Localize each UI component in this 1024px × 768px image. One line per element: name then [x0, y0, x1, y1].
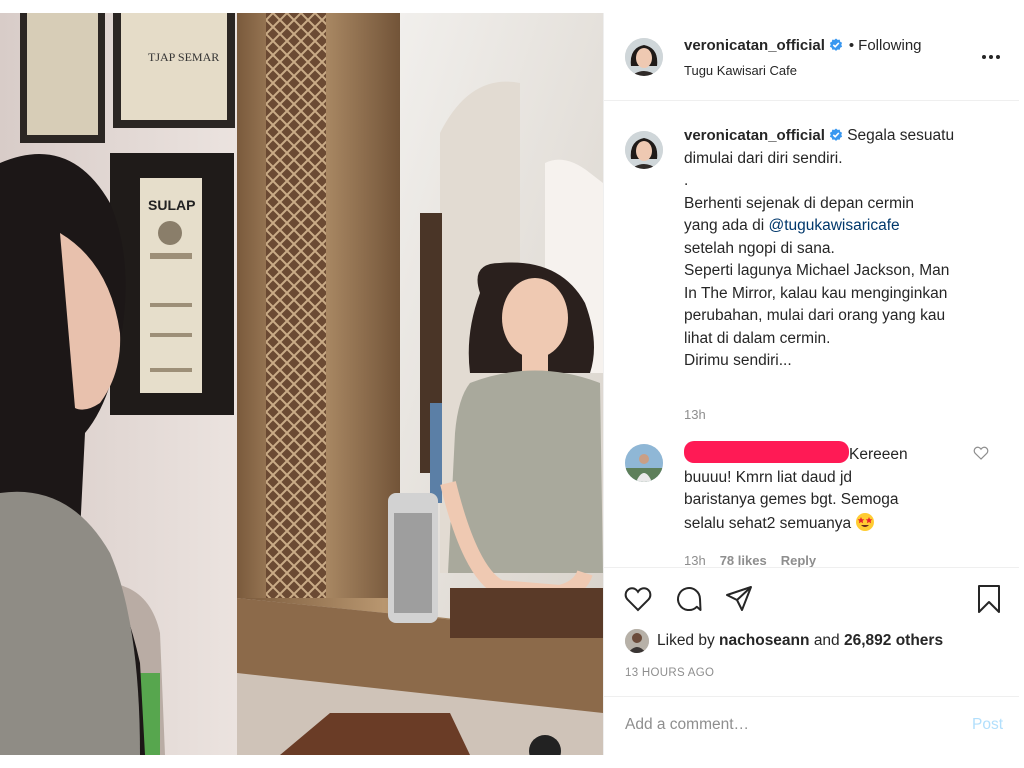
dot — [996, 55, 1000, 59]
verified-badge-icon — [829, 128, 842, 141]
caption-line: lihat di dalam cermin. — [684, 329, 831, 347]
comment-line-text: selalu sehat2 semuanya — [684, 514, 852, 532]
caption-line-text: Segala sesuatu — [847, 127, 955, 144]
caption-line: . — [684, 172, 689, 189]
comment-timestamp[interactable]: 13h — [684, 553, 706, 567]
header-name-row: veronicatan_official • Following — [684, 37, 922, 54]
liked-by-user[interactable]: nachoseann — [719, 632, 809, 650]
liked-by-row: Liked by nachoseann and 26,892 others — [625, 628, 943, 654]
comment-line: baristanya gemes bgt. Semoga — [684, 491, 899, 508]
comment-meta: 13h 78 likes Reply — [684, 553, 830, 567]
avatar-image — [625, 629, 649, 653]
liked-by-prefix: Liked by — [657, 632, 715, 649]
author-username[interactable]: veronicatan_official — [684, 37, 825, 54]
comment-icon[interactable] — [674, 584, 704, 614]
comment-likes[interactable]: 78 likes — [720, 553, 767, 567]
instagram-post: TJAP SEMAR SULAP veronicatan_official • … — [0, 0, 1024, 768]
redacted-username — [684, 441, 849, 463]
reply-button[interactable]: Reply — [781, 553, 816, 567]
comment-heart-icon[interactable] — [973, 445, 989, 461]
comment-text: Kereeen buuuu! Kmrn liat daud jd barista… — [684, 441, 969, 535]
caption-line: perubahan, mulai dari orang yang kau — [684, 307, 946, 324]
mirror-photo-illustration: TJAP SEMAR SULAP — [0, 13, 603, 755]
dot — [982, 55, 986, 59]
caption-line: Berhenti sejenak di depan cermin — [684, 194, 915, 212]
caption-timestamp[interactable]: 13h — [684, 407, 706, 422]
avatar-image — [625, 444, 663, 482]
comment-line: buuuu! Kmrn liat daud jd — [684, 468, 853, 486]
svg-text:TJAP SEMAR: TJAP SEMAR — [148, 50, 219, 64]
avatar-image — [625, 131, 663, 169]
caption-username[interactable]: veronicatan_official — [684, 127, 825, 144]
caption-author-avatar[interactable] — [625, 131, 663, 169]
avatar-image — [625, 38, 663, 76]
post-side-panel: veronicatan_official • Following Tugu Kawi… — [603, 13, 1019, 755]
liked-by-and: and — [813, 632, 840, 649]
liker-avatar[interactable] — [625, 629, 649, 653]
svg-text:SULAP: SULAP — [148, 197, 195, 213]
following-button[interactable]: Following — [858, 37, 921, 54]
caption-text: veronicatan_official Segala sesuatu dimu… — [684, 125, 1004, 373]
caption-line: Dirimu sendiri... — [684, 352, 792, 369]
author-avatar[interactable] — [625, 38, 663, 76]
caption-line: In The Mirror, kalau kau menginginkan — [684, 284, 948, 302]
dot — [989, 55, 993, 59]
others-count[interactable]: 26,892 others — [844, 632, 943, 650]
mention-link[interactable]: @tugukawisaricafe — [768, 217, 899, 234]
caption-line: yang ada di @tugukawisaricafe — [684, 215, 1004, 238]
add-comment-bar: Post — [604, 696, 1019, 755]
comment-line: selalu sehat2 semuanya — [684, 512, 969, 536]
more-options-icon[interactable] — [979, 51, 1003, 63]
caption-line: veronicatan_official Segala sesuatu — [684, 125, 1004, 148]
caption-line: Seperti lagunya Michael Jackson, Man — [684, 262, 950, 279]
star-struck-emoji — [856, 512, 875, 531]
header-separator: • — [848, 37, 855, 54]
heart-icon[interactable] — [623, 584, 653, 614]
post-photo[interactable]: TJAP SEMAR SULAP — [0, 13, 603, 755]
post-time-ago[interactable]: 13 HOURS AGO — [625, 667, 714, 679]
add-comment-input[interactable] — [625, 713, 925, 737]
comment-line: Kereeen — [849, 446, 908, 463]
bookmark-icon[interactable] — [974, 584, 1004, 614]
verified-badge-icon — [829, 38, 842, 51]
post-comment-button[interactable]: Post — [972, 716, 1003, 734]
share-icon[interactable] — [724, 584, 754, 614]
comments-scroll-area[interactable]: veronicatan_official Segala sesuatu dimu… — [604, 101, 1019, 567]
commenter-avatar[interactable] — [625, 444, 663, 482]
caption-line: setelah ngopi di sana. — [684, 239, 835, 257]
caption-line: dimulai dari diri sendiri. — [684, 149, 843, 167]
caption-line-text: yang ada di — [684, 217, 765, 234]
post-location[interactable]: Tugu Kawisari Cafe — [684, 63, 797, 78]
post-header: veronicatan_official • Following Tugu Kawi… — [604, 13, 1019, 101]
